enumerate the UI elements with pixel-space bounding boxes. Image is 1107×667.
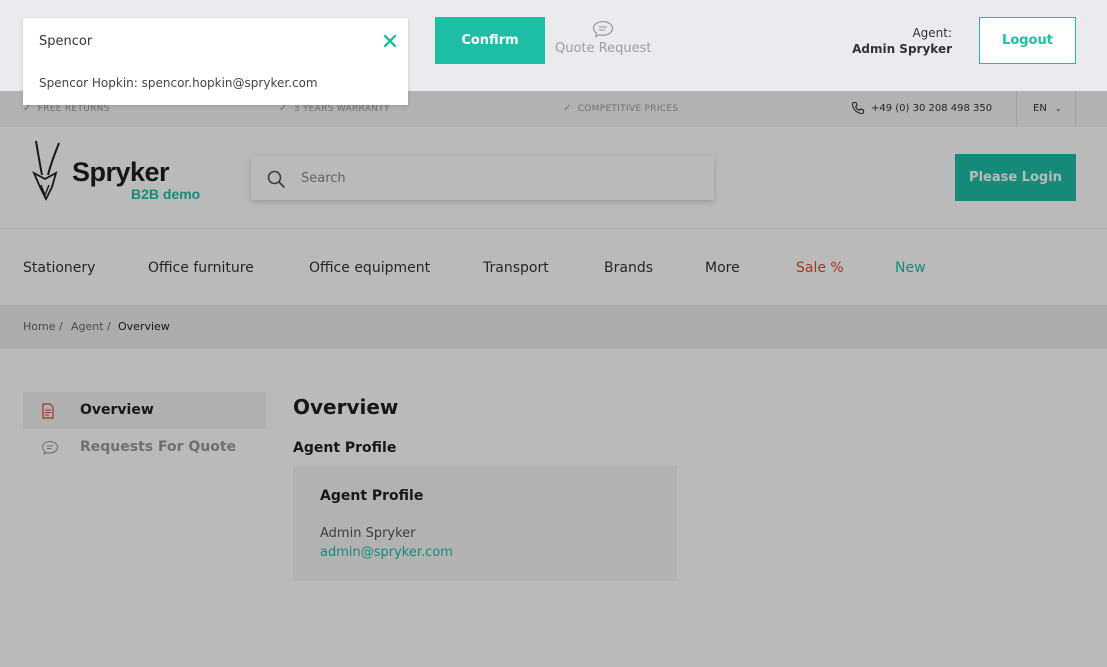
logo[interactable]: Spryker B2B demo bbox=[22, 139, 202, 203]
nav-item-brands[interactable]: Brands bbox=[604, 260, 653, 276]
customer-search-dropdown: Spencor Hopkin: spencor.hopkin@spryker.c… bbox=[23, 18, 408, 105]
page-content: ✓ FREE RETURNS ✓ 3 YEARS WARRANTY ✓ COMPETI… bbox=[0, 91, 1107, 667]
phone-number[interactable]: +49 (0) 30 208 498 350 bbox=[851, 101, 992, 115]
agent-profile-name: Admin Spryker bbox=[320, 526, 416, 541]
customer-suggestion-item[interactable]: Spencor Hopkin: spencor.hopkin@spryker.c… bbox=[39, 76, 318, 90]
sidebar-item-label: Overview bbox=[80, 402, 154, 418]
breadcrumb-overview: Overview bbox=[118, 320, 170, 333]
agent-info: Agent: Admin Spryker bbox=[852, 25, 952, 57]
search-icon[interactable] bbox=[266, 169, 286, 189]
nav-item-sale[interactable]: Sale % bbox=[796, 260, 844, 276]
phone-label: +49 (0) 30 208 498 350 bbox=[871, 103, 993, 114]
breadcrumb: Home / Agent / Overview bbox=[0, 305, 1107, 349]
main-navigation: Stationery Office furniture Office equip… bbox=[0, 229, 1107, 305]
page-title: Overview bbox=[293, 395, 399, 419]
nav-item-office-equipment[interactable]: Office equipment bbox=[309, 260, 430, 276]
document-icon bbox=[42, 403, 54, 419]
search-box bbox=[251, 156, 714, 200]
breadcrumb-agent[interactable]: Agent / bbox=[71, 320, 111, 333]
nav-item-more[interactable]: More bbox=[705, 260, 740, 276]
sidebar-item-requests-for-quote[interactable]: Requests For Quote bbox=[23, 429, 266, 466]
nav-item-transport[interactable]: Transport bbox=[483, 260, 549, 276]
please-login-button[interactable]: Please Login bbox=[955, 154, 1076, 201]
quote-request-link[interactable]: Quote Request bbox=[555, 20, 653, 60]
customer-search-input[interactable] bbox=[39, 31, 369, 51]
phone-icon bbox=[851, 101, 865, 115]
logo-subtext: B2B demo bbox=[131, 186, 201, 202]
logo-text: Spryker bbox=[72, 157, 170, 187]
sidebar-item-overview[interactable]: Overview bbox=[23, 392, 266, 429]
agent-name: Admin Spryker bbox=[852, 42, 952, 56]
language-selector[interactable]: EN ⌄ bbox=[1016, 91, 1076, 127]
nav-item-new[interactable]: New bbox=[895, 260, 926, 276]
speech-bubble-icon bbox=[41, 440, 59, 455]
breadcrumb-home[interactable]: Home / bbox=[23, 320, 63, 333]
agent-profile-email[interactable]: admin@spryker.com bbox=[320, 545, 453, 560]
benefit-label: 3 YEARS WARRANTY bbox=[293, 104, 390, 114]
quote-request-label: Quote Request bbox=[555, 41, 652, 56]
confirm-button[interactable]: Confirm bbox=[435, 17, 545, 64]
agent-bar: Spencor Hopkin: spencor.hopkin@spryker.c… bbox=[0, 0, 1107, 105]
section-title: Agent Profile bbox=[293, 440, 397, 456]
logout-button[interactable]: Logout bbox=[979, 17, 1076, 64]
benefit-label: COMPETITIVE PRICES bbox=[577, 104, 679, 114]
nav-item-stationery[interactable]: Stationery bbox=[23, 260, 95, 276]
benefit-label: FREE RETURNS bbox=[37, 104, 110, 114]
agent-profile-card: Agent Profile Admin Spryker admin@spryke… bbox=[293, 466, 677, 581]
antelope-logo-icon bbox=[32, 140, 60, 202]
chevron-down-icon: ⌄ bbox=[1054, 104, 1062, 113]
nav-item-office-furniture[interactable]: Office furniture bbox=[148, 260, 254, 276]
site-header: Spryker B2B demo Please Login bbox=[0, 127, 1107, 229]
card-title: Agent Profile bbox=[320, 488, 424, 504]
agent-label: Agent: bbox=[912, 26, 952, 40]
search-input[interactable] bbox=[301, 168, 701, 188]
close-icon[interactable] bbox=[382, 33, 398, 49]
sidebar-item-label: Requests For Quote bbox=[80, 439, 237, 455]
check-icon: ✓ bbox=[563, 103, 572, 114]
speech-bubble-icon bbox=[592, 20, 614, 38]
language-label: EN bbox=[1033, 103, 1047, 114]
benefit-competitive-prices: ✓ COMPETITIVE PRICES bbox=[563, 103, 678, 114]
